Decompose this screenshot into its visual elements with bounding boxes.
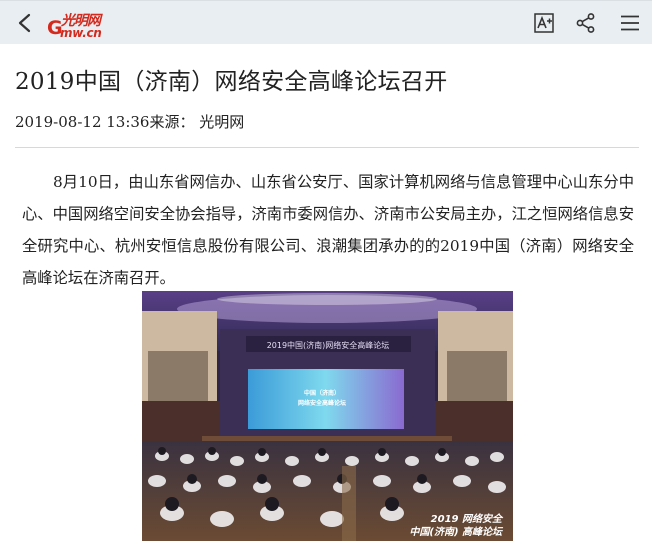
share-icon[interactable] xyxy=(575,12,597,34)
divider xyxy=(15,147,639,148)
font-size-icon[interactable] xyxy=(533,12,555,34)
top-app-bar: 光明网 G mw.cn xyxy=(0,0,652,44)
menu-icon[interactable] xyxy=(619,12,641,34)
back-icon[interactable] xyxy=(14,12,36,34)
article-paragraph: 8月10日，由山东省网信办、山东省公安厅、国家计算机网络与信息管理中心山东分中心… xyxy=(22,173,634,287)
banner-text: 2019中国(济南)网络安全高峰论坛 xyxy=(267,340,390,350)
screen-text-1: 中国（济南） xyxy=(304,389,340,397)
photo-watermark-1: 2019 网络安全 xyxy=(431,513,504,525)
article-photo[interactable]: 2019中国(济南)网络安全高峰论坛 中国（济南） 网络安全高峰论坛 2019 … xyxy=(142,291,513,541)
article-meta: 2019-08-12 13:36来源： 光明网 xyxy=(15,113,245,131)
article-title: 2019中国（济南）网络安全高峰论坛召开 xyxy=(15,69,448,95)
site-logo[interactable]: 光明网 G mw.cn xyxy=(47,10,117,40)
photo-watermark-2: 中国(济南) 高峰论坛 xyxy=(409,526,504,538)
logo-domain: mw.cn xyxy=(60,26,102,40)
screen-text-2: 网络安全高峰论坛 xyxy=(298,399,346,407)
